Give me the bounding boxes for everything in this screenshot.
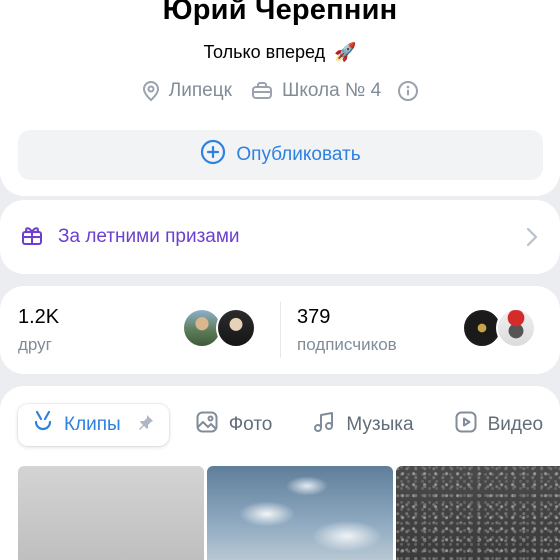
publish-button[interactable]: Опубликовать [18, 130, 543, 180]
clip-thumbnail[interactable] [396, 466, 560, 560]
followers-stat[interactable]: 379 подписчиков [297, 306, 397, 355]
tab-clips[interactable]: Клипы [18, 404, 169, 446]
school-label: Школа № 4 [281, 80, 382, 101]
city-info[interactable]: Липецк [141, 80, 232, 102]
friends-count: 1.2K [18, 306, 60, 328]
tab-video[interactable]: Видео [440, 404, 558, 446]
avatar [216, 308, 256, 348]
tab-label: Видео [487, 414, 544, 435]
gift-icon [20, 223, 44, 252]
followers-count: 379 [297, 306, 331, 328]
stats-panel: 1.2K друг 379 подписчиков [0, 286, 560, 374]
info-icon[interactable] [397, 80, 419, 102]
prizes-banner[interactable]: За летними призами [0, 200, 560, 274]
avatar [496, 308, 536, 348]
tab-label: Фото [228, 414, 273, 435]
status-text: Только вперед [203, 42, 326, 62]
followers-avatars[interactable] [462, 308, 536, 348]
profile-status: Только вперед 🚀 [0, 42, 560, 63]
friends-label: друг [18, 335, 52, 354]
school-info[interactable]: Школа № 4 [250, 80, 381, 102]
chevron-right-icon [526, 227, 538, 252]
school-icon [250, 81, 274, 101]
photo-icon [195, 410, 219, 440]
profile-name: Юрий Черепнин [162, 0, 398, 26]
rocket-emoji-icon: 🚀 [334, 42, 357, 62]
video-icon [454, 410, 478, 440]
content-tabs: Клипы Фото Музыка Видео [18, 404, 557, 446]
clips-icon [32, 409, 54, 441]
content-section: Клипы Фото Музыка Видео [0, 386, 560, 560]
profile-meta: Липецк Школа № 4 [0, 80, 560, 102]
clip-thumbnail[interactable] [18, 466, 204, 560]
music-icon [312, 410, 336, 440]
pin-icon [137, 413, 155, 437]
stats-divider [280, 302, 281, 358]
city-label: Липецк [168, 80, 232, 101]
clip-thumbnail[interactable] [207, 466, 393, 560]
plus-circle-icon [200, 139, 226, 171]
profile-header: Юрий Черепнин Только вперед 🚀 Липецк Шко… [0, 0, 560, 196]
tab-label: Клипы [64, 414, 121, 435]
location-pin-icon [141, 80, 161, 102]
friends-avatars[interactable] [182, 308, 256, 348]
clips-grid [18, 466, 560, 560]
publish-label: Опубликовать [236, 144, 361, 165]
tab-photo[interactable]: Фото [181, 404, 287, 446]
friends-stat[interactable]: 1.2K друг [18, 306, 59, 355]
tab-label: Музыка [346, 414, 414, 435]
tab-music[interactable]: Музыка [298, 404, 427, 446]
prizes-label: За летними призами [58, 226, 240, 247]
followers-label: подписчиков [297, 335, 397, 354]
